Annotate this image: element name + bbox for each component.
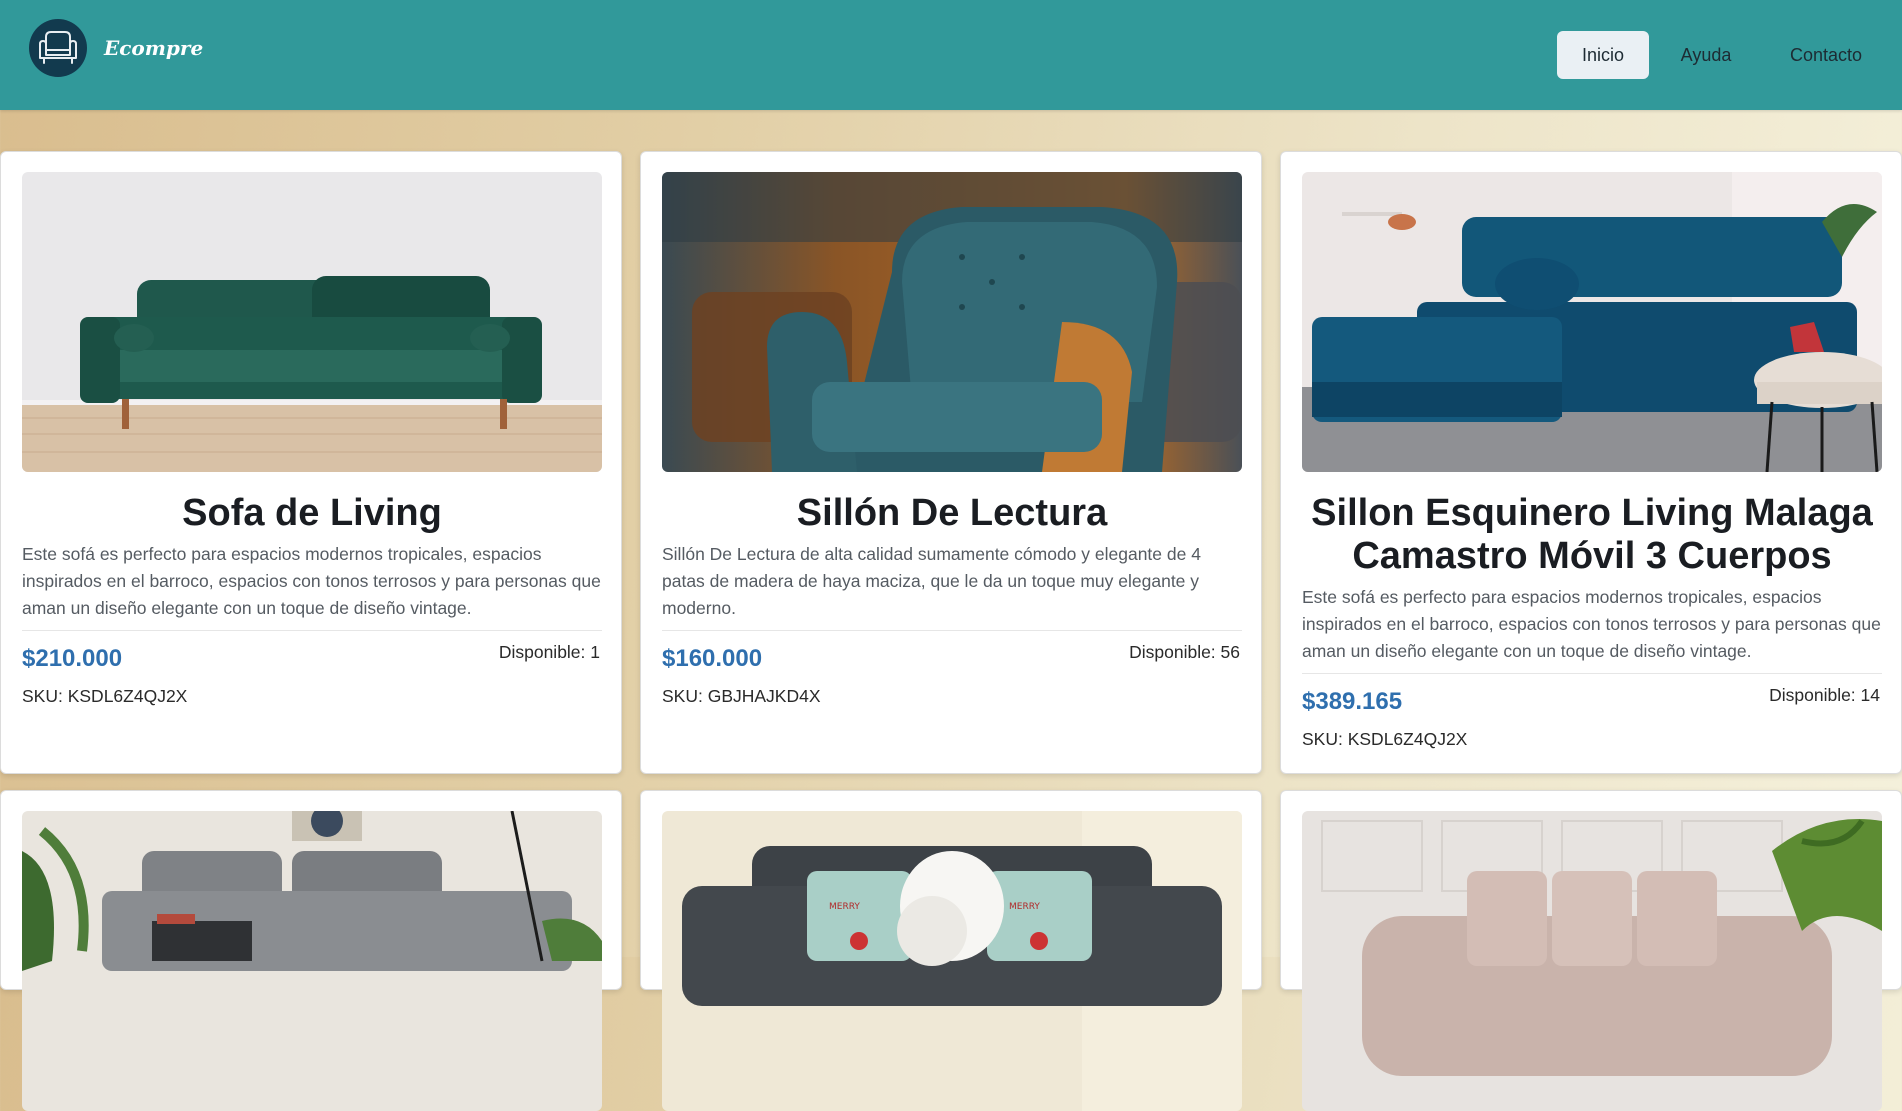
product-price: $389.165 [1302, 688, 1403, 715]
navbar: Ecompre Inicio Ayuda Contacto [0, 0, 1902, 110]
divider [662, 630, 1242, 631]
grey-sofa-image [22, 811, 602, 1111]
product-price: $210.000 [22, 645, 123, 672]
product-title[interactable]: Sofa de Living [22, 492, 602, 535]
brand-name[interactable]: Ecompre [104, 36, 203, 60]
nav-inicio[interactable]: Inicio [1557, 31, 1649, 79]
product-description: Sillón De Lectura de alta calidad sumame… [662, 544, 1201, 618]
green-velvet-sofa-image [22, 172, 602, 472]
product-title[interactable]: Sillón De Lectura [662, 492, 1242, 535]
svg-text:MERRY: MERRY [1009, 902, 1040, 912]
product-price: $160.000 [662, 645, 763, 672]
product-availability: Disponible: 14 [1769, 685, 1880, 705]
product-image[interactable] [22, 172, 602, 472]
product-card[interactable]: Sillon Esquinero Living Malaga Camastro … [1280, 151, 1902, 774]
product-card[interactable] [1280, 790, 1902, 1111]
product-image[interactable] [1302, 172, 1882, 472]
product-image[interactable]: MERRY MERRY [662, 811, 1242, 1111]
product-sku: SKU: KSDL6Z4QJ2X [1302, 729, 1468, 749]
product-sku: SKU: KSDL6Z4QJ2X [22, 686, 188, 706]
product-sku: SKU: GBJHAJKD4X [662, 686, 821, 706]
product-card[interactable]: Sillón De Lectura Sillón De Lectura de a… [640, 151, 1262, 774]
product-image[interactable] [662, 172, 1242, 472]
svg-text:MERRY: MERRY [829, 902, 860, 912]
product-card[interactable] [0, 790, 622, 1111]
dark-grey-sofa-with-christmas-pillows-image: MERRY MERRY [662, 811, 1242, 1111]
product-availability: Disponible: 1 [498, 642, 600, 662]
product-description: Este sofá es perfecto para espacios mode… [1302, 587, 1881, 661]
product-card[interactable]: MERRY MERRY [640, 790, 1262, 1111]
logo[interactable] [29, 19, 87, 77]
product-description: Este sofá es perfecto para espacios mode… [22, 544, 601, 618]
product-title[interactable]: Sillon Esquinero Living Malaga Camastro … [1302, 492, 1882, 578]
product-image[interactable] [1302, 811, 1882, 1111]
product-availability: Disponible: 56 [1129, 642, 1240, 662]
armchair-icon [39, 31, 77, 64]
divider [1302, 673, 1882, 674]
blue-sectional-sofa-image [1302, 172, 1882, 472]
nav-contacto[interactable]: Contacto [1777, 31, 1875, 79]
product-image[interactable] [22, 811, 602, 1111]
product-card[interactable]: Sofa de Living Este sofá es perfecto par… [0, 151, 622, 774]
pink-sofa-image [1302, 811, 1882, 1111]
teal-armchair-image [662, 172, 1242, 472]
nav-ayuda[interactable]: Ayuda [1667, 31, 1745, 79]
divider [22, 630, 602, 631]
